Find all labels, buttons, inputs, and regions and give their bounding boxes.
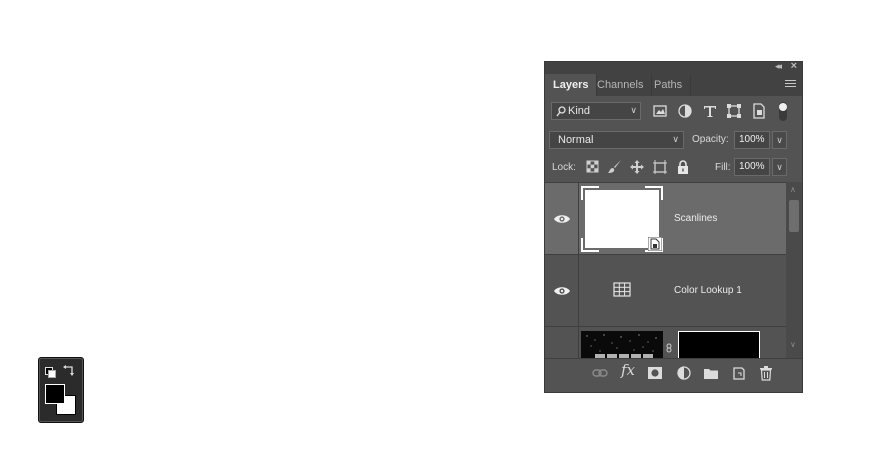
eye-icon[interactable] xyxy=(553,285,571,297)
chevron-down-icon: ∨ xyxy=(630,105,637,115)
opacity-slider-toggle[interactable]: ∨ xyxy=(772,131,787,149)
chevron-down-icon: ∨ xyxy=(672,134,679,144)
adjustment-filter-icon[interactable] xyxy=(676,102,694,120)
lock-artboard-icon[interactable] xyxy=(652,159,668,175)
collapse-panel-icon[interactable]: ◂◂ xyxy=(775,61,782,72)
swap-colors-icon[interactable] xyxy=(63,364,75,376)
lock-all-icon[interactable] xyxy=(675,159,691,175)
color-lookup-icon[interactable] xyxy=(613,282,631,297)
filter-kind-select[interactable]: Kind ∨ xyxy=(551,102,641,120)
layer-list-scrollbar[interactable]: ∧ ∨ xyxy=(786,182,802,358)
scanlines-thumbnail[interactable] xyxy=(579,184,665,254)
panel-tabs: Layers Channels Paths xyxy=(545,74,802,96)
panel-footer: fx xyxy=(545,358,802,389)
layer-name: Scanlines xyxy=(674,213,718,224)
text-layer-thumbnail[interactable] xyxy=(581,331,663,358)
tab-paths[interactable]: Paths xyxy=(646,74,692,96)
blend-mode-select[interactable]: Normal ∨ xyxy=(549,131,684,149)
layer-mask-thumbnail[interactable] xyxy=(678,331,760,358)
chain-link-icon[interactable] xyxy=(666,343,672,353)
fill-label: Fill: xyxy=(715,162,731,173)
filter-toggle-icon[interactable] xyxy=(774,102,792,121)
scroll-down-icon[interactable]: ∨ xyxy=(790,340,796,349)
type-filter-icon[interactable] xyxy=(701,102,719,120)
panel-menu-icon[interactable] xyxy=(785,80,796,89)
search-icon xyxy=(556,106,566,117)
new-adjustment-icon[interactable] xyxy=(676,365,692,381)
close-panel-icon[interactable]: × xyxy=(791,60,797,72)
lock-label: Lock: xyxy=(552,162,576,173)
scrollbar-thumb[interactable] xyxy=(789,200,799,232)
lock-image-icon[interactable] xyxy=(607,159,623,175)
layers-panel: ◂◂ × Layers Channels Paths Kind ∨ Normal… xyxy=(544,60,803,393)
new-group-icon[interactable] xyxy=(703,365,719,381)
opacity-label: Opacity: xyxy=(692,134,729,145)
smart-object-filter-icon[interactable] xyxy=(750,102,768,120)
shape-filter-icon[interactable] xyxy=(725,102,743,120)
eye-icon[interactable] xyxy=(553,213,571,225)
layer-list: Scanlines Color Lookup 1 xyxy=(545,182,786,358)
tab-channels[interactable]: Channels xyxy=(589,74,653,96)
filter-kind-label: Kind xyxy=(568,105,591,117)
foreground-color-swatch[interactable] xyxy=(45,384,65,404)
scroll-up-icon[interactable]: ∧ xyxy=(790,185,796,194)
lock-position-icon[interactable] xyxy=(629,159,645,175)
add-mask-icon[interactable] xyxy=(647,365,663,381)
layer-name: Color Lookup 1 xyxy=(674,285,742,296)
fill-slider-toggle[interactable]: ∨ xyxy=(772,158,787,176)
layer-row-scanlines[interactable]: Scanlines xyxy=(545,182,786,254)
delete-layer-icon[interactable] xyxy=(758,365,774,381)
layer-row-text[interactable] xyxy=(545,326,786,358)
visibility-column xyxy=(545,327,579,358)
default-colors-icon[interactable] xyxy=(45,367,56,378)
color-swatches xyxy=(38,357,84,423)
panel-title-bar: ◂◂ × xyxy=(545,60,802,74)
pixel-filter-icon[interactable] xyxy=(651,102,669,120)
lock-transparent-icon[interactable] xyxy=(585,159,601,175)
new-layer-icon[interactable] xyxy=(731,365,747,381)
fx-icon[interactable]: fx xyxy=(621,361,635,379)
opacity-input[interactable]: 100% xyxy=(734,131,770,149)
link-layers-icon[interactable] xyxy=(592,365,608,381)
fill-input[interactable]: 100% xyxy=(734,158,770,176)
layer-row-color-lookup[interactable]: Color Lookup 1 xyxy=(545,254,786,326)
blend-mode-value: Normal xyxy=(558,134,594,146)
smart-object-badge-icon xyxy=(648,237,662,251)
